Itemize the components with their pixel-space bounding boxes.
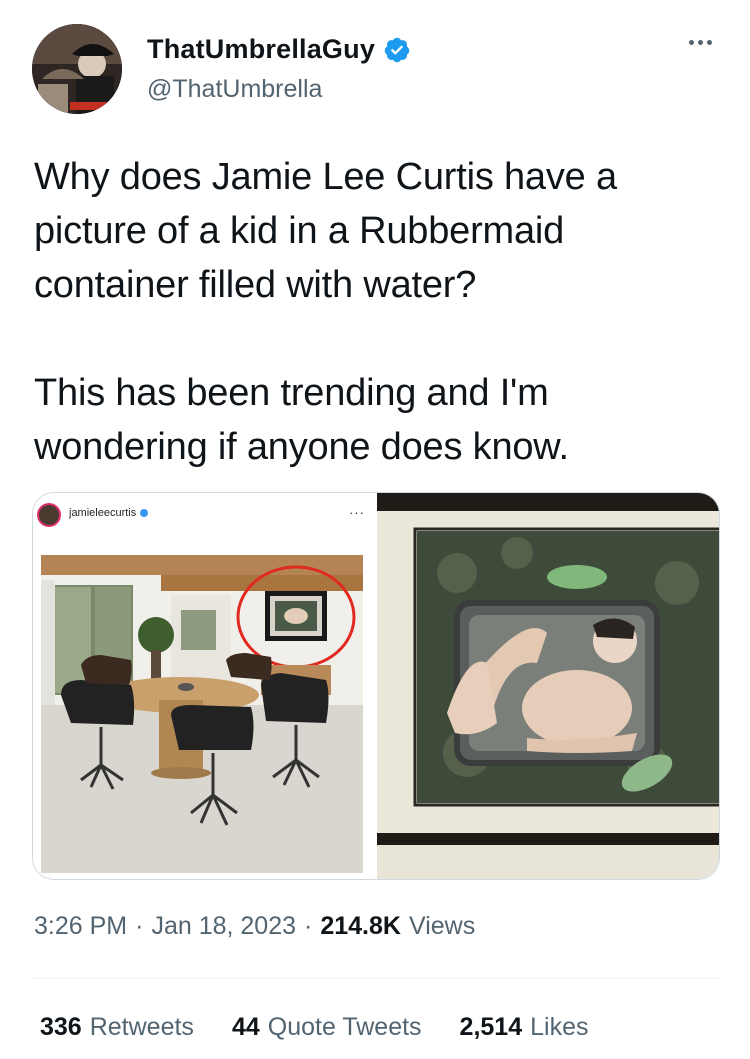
tweet-paragraph: Why does Jamie Lee Curtis have a picture… bbox=[34, 156, 617, 306]
views-count: 214.8K bbox=[320, 912, 401, 940]
more-dot bbox=[697, 39, 703, 45]
likes-count: 2,514 bbox=[459, 1013, 523, 1041]
verified-badge-icon bbox=[384, 37, 410, 62]
author-name-row: ThatUmbrellaGuy bbox=[147, 34, 411, 65]
retweets-count: 336 bbox=[40, 1013, 82, 1041]
quote-tweets-label: Quote Tweets bbox=[267, 1013, 422, 1041]
more-options-button[interactable] bbox=[680, 30, 720, 54]
meta-separator: · bbox=[135, 912, 144, 940]
author-avatar[interactable] bbox=[32, 24, 122, 114]
meta-separator: · bbox=[304, 912, 313, 940]
tweet-date[interactable]: Jan 18, 2023 bbox=[151, 912, 296, 941]
ig-verified-icon bbox=[140, 509, 149, 517]
views-label: Views bbox=[408, 912, 476, 940]
retweets-label: Retweets bbox=[89, 1013, 194, 1041]
ig-username: jamieleecurtis bbox=[69, 507, 137, 519]
ig-username-row: jamieleecurtis bbox=[69, 507, 149, 519]
author-handle[interactable]: @ThatUmbrella bbox=[147, 75, 322, 104]
framed-photo-closeup bbox=[377, 493, 719, 879]
likes-label: Likes bbox=[530, 1013, 589, 1041]
quote-tweets-stat[interactable]: 44 Quote Tweets bbox=[232, 1013, 422, 1042]
tweet-text: Why does Jamie Lee Curtis have a picture… bbox=[34, 150, 724, 474]
tweet-paragraph: This has been trending and I'm wondering… bbox=[34, 372, 569, 468]
avatar-image bbox=[32, 24, 122, 114]
dining-room-photo bbox=[41, 555, 363, 873]
ig-post-header: jamieleecurtis ··· bbox=[33, 493, 375, 543]
author-display-name[interactable]: ThatUmbrellaGuy bbox=[147, 34, 375, 65]
more-dot bbox=[706, 39, 712, 45]
ig-avatar bbox=[37, 503, 61, 527]
ig-more-icon: ··· bbox=[349, 505, 365, 520]
more-horizontal-icon bbox=[688, 39, 694, 45]
tweet-time[interactable]: 3:26 PM bbox=[34, 912, 127, 941]
tweet-media[interactable]: jamieleecurtis ··· bbox=[32, 492, 720, 880]
engagement-stats: 336 Retweets 44 Quote Tweets 2,514 Likes bbox=[40, 1013, 588, 1042]
quote-tweets-count: 44 bbox=[231, 1013, 260, 1041]
divider bbox=[34, 978, 718, 979]
media-image-framed-photo[interactable] bbox=[377, 493, 719, 879]
retweets-stat[interactable]: 336 Retweets bbox=[40, 1013, 194, 1042]
media-image-instagram-screenshot[interactable]: jamieleecurtis ··· bbox=[33, 493, 375, 879]
tweet-meta: 3:26 PM · Jan 18, 2023 · 214.8K Views bbox=[34, 912, 475, 941]
likes-stat[interactable]: 2,514 Likes bbox=[460, 1013, 589, 1042]
